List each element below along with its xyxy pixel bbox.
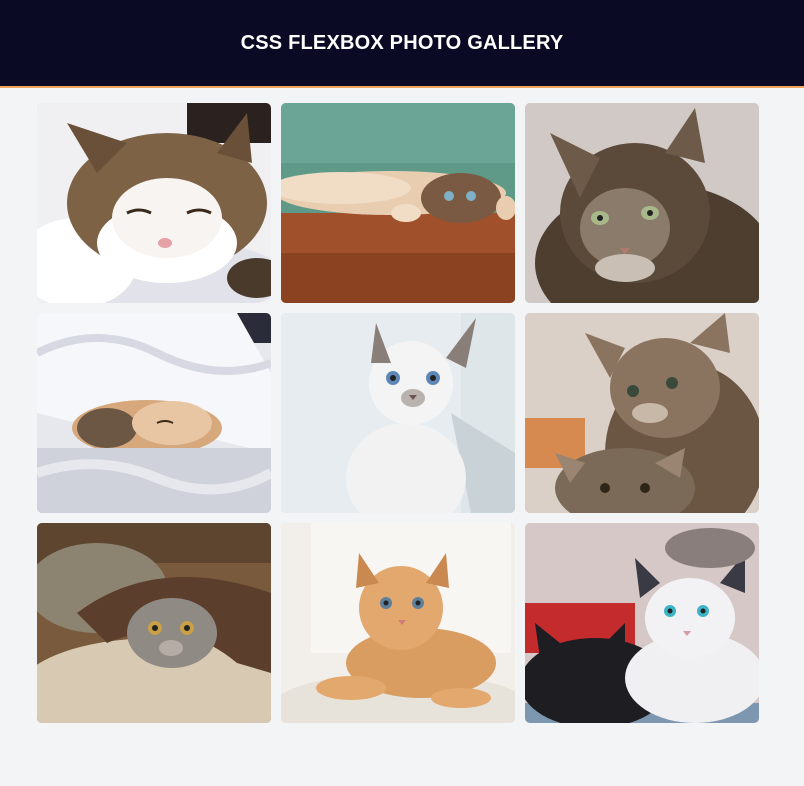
cat-photo-kitten-on-floor	[281, 103, 515, 303]
photo-card[interactable]	[37, 523, 271, 723]
page-title: CSS FLEXBOX PHOTO GALLERY	[240, 31, 564, 54]
cat-photo-two-tabby-kittens	[525, 313, 759, 513]
photo-card[interactable]	[281, 523, 515, 723]
cat-photo-black-and-white-kittens	[525, 523, 759, 723]
photo-card[interactable]	[525, 313, 759, 513]
cat-photo-long-haired-tabby	[525, 103, 759, 303]
photo-card[interactable]	[281, 103, 515, 303]
photo-card[interactable]	[37, 313, 271, 513]
cat-photo-orange-kitten	[281, 523, 515, 723]
header: CSS FLEXBOX PHOTO GALLERY	[0, 0, 804, 88]
cat-photo-white-siamese-kitten	[281, 313, 515, 513]
photo-card[interactable]	[37, 103, 271, 303]
cat-photo-grey-kitten-under-rug	[37, 523, 271, 723]
cat-photo-sleeping-tabby	[37, 103, 271, 303]
photo-gallery	[37, 103, 759, 723]
photo-card[interactable]	[525, 103, 759, 303]
photo-card[interactable]	[525, 523, 759, 723]
photo-card[interactable]	[281, 313, 515, 513]
cat-photo-kitten-under-blanket	[37, 313, 271, 513]
